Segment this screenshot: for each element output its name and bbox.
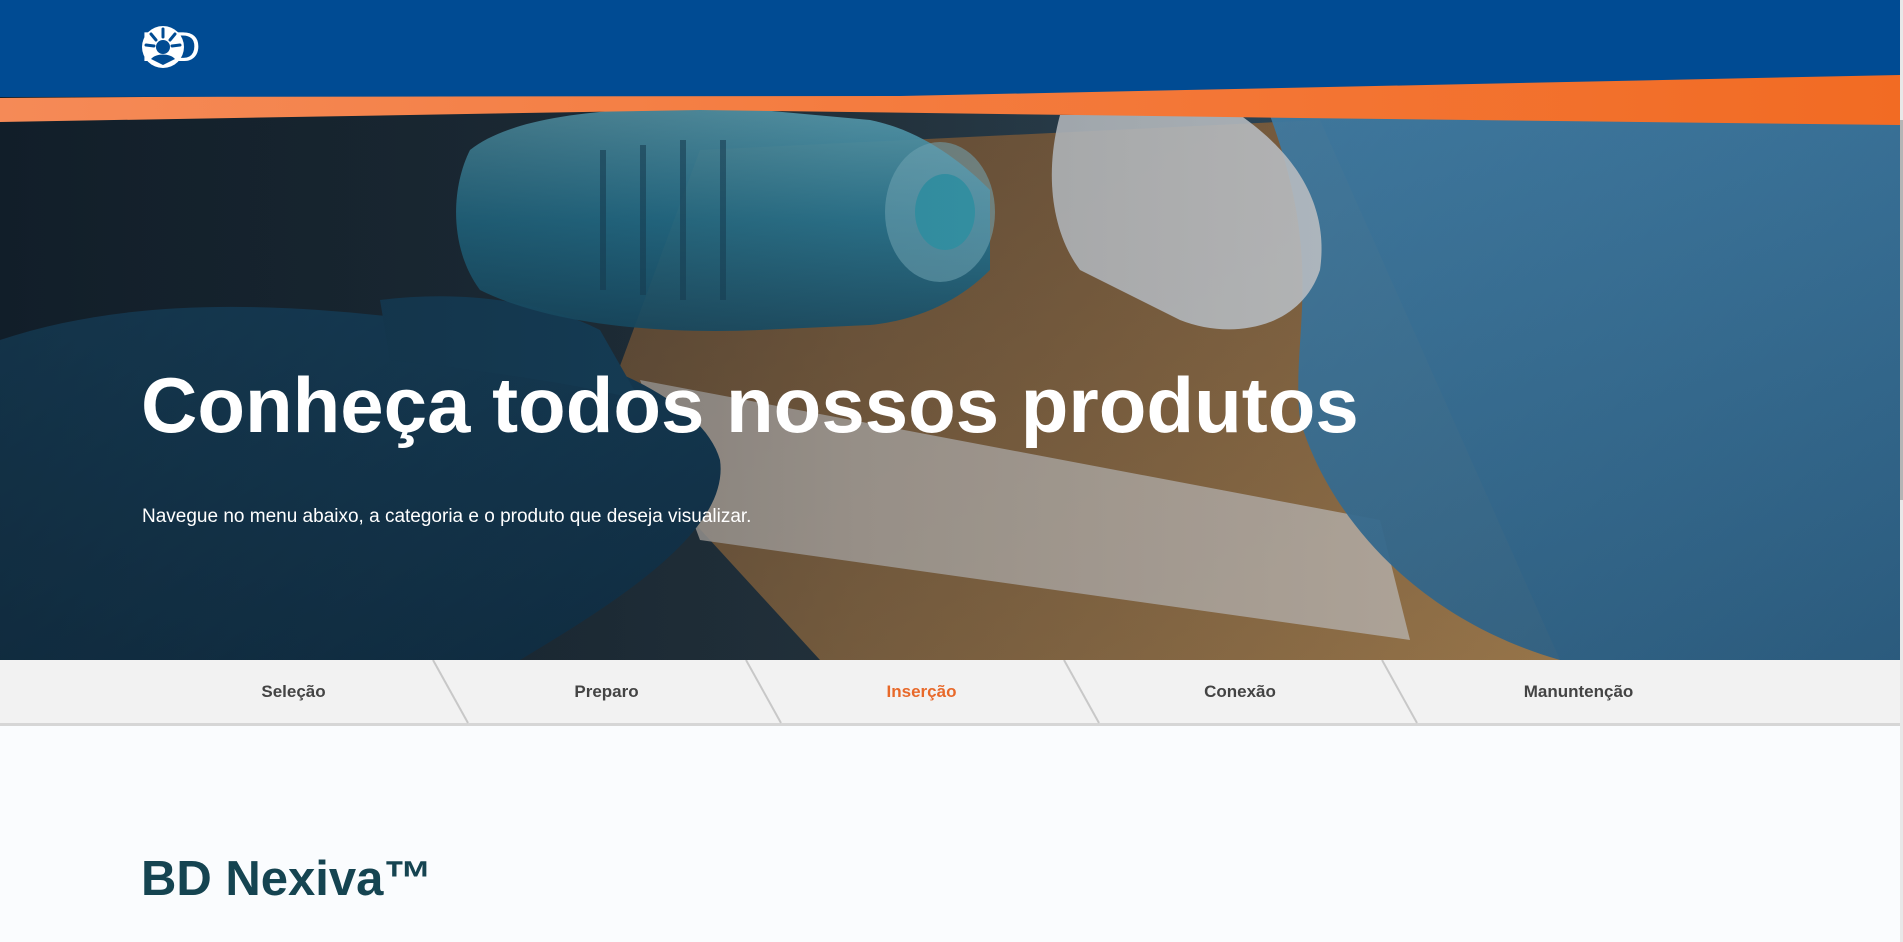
step-label: Manuntenção bbox=[1523, 681, 1634, 701]
hero-title: Conheça todos nossos produtos bbox=[141, 361, 1359, 449]
step-label: Preparo bbox=[574, 681, 639, 701]
bd-sunburst-icon bbox=[142, 26, 184, 68]
product-title: BD Nexiva™ bbox=[141, 852, 433, 906]
hero-subtitle: Navegue no menu abaixo, a categoria e o … bbox=[142, 506, 752, 527]
step-selecao[interactable]: Seleção bbox=[141, 660, 446, 723]
step-conexao[interactable]: Conexão bbox=[1085, 660, 1395, 723]
step-label: Conexão bbox=[1204, 681, 1276, 701]
step-label: Seleção bbox=[261, 681, 326, 701]
step-insercao[interactable]: Inserção bbox=[765, 660, 1078, 723]
step-preparo[interactable]: Preparo bbox=[455, 660, 758, 723]
step-label: Inserção bbox=[886, 681, 957, 701]
steps-nav: Seleção Preparo Inserção Conexão Manunte… bbox=[0, 660, 1900, 726]
site-header: BD bbox=[0, 0, 1900, 125]
header-band bbox=[0, 0, 1900, 125]
page: Conheça todos nossos produtos Navegue no… bbox=[0, 0, 1903, 942]
product-section: BD Nexiva™ bbox=[0, 729, 1900, 942]
step-manutencao[interactable]: Manuntenção bbox=[1402, 660, 1755, 723]
bd-logo[interactable]: BD bbox=[141, 25, 201, 69]
